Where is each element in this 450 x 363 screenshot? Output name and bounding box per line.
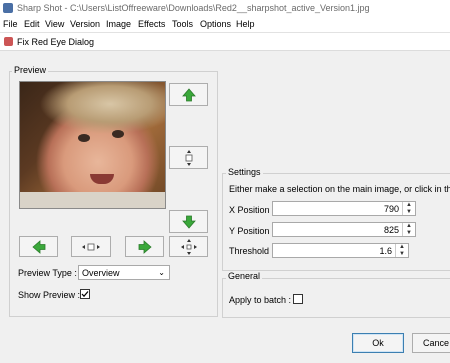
app-title: Sharp Shot - C:\Users\ListOffreeware\Dow… xyxy=(17,3,370,13)
menu-image[interactable]: Image xyxy=(106,19,131,29)
fit-both-icon xyxy=(180,238,197,255)
threshold-value: 1.6 xyxy=(379,246,392,256)
preview-type-select[interactable]: Overview ⌄ xyxy=(78,265,170,280)
menu-file[interactable]: File xyxy=(3,19,18,29)
arrow-down-icon xyxy=(181,215,196,229)
fit-vertical-button[interactable] xyxy=(169,146,208,169)
ok-button-label: Ok xyxy=(372,338,384,348)
fit-vertical-icon xyxy=(185,149,192,166)
show-preview-label: Show Preview : xyxy=(18,290,81,300)
fit-horizontal-icon xyxy=(82,243,100,250)
menubar: File Edit View Version Image Effects Too… xyxy=(0,16,450,33)
arrow-left-icon xyxy=(31,239,45,254)
x-position-spinner[interactable]: 790 ▲ ▼ xyxy=(272,201,416,216)
y-position-label: Y Position : xyxy=(229,226,275,236)
checkmark-icon xyxy=(81,291,89,298)
dialog-titlebar: Fix Red Eye Dialog xyxy=(0,33,450,51)
app-icon xyxy=(3,3,13,13)
arrow-right-icon xyxy=(138,239,152,254)
preview-image xyxy=(19,81,166,209)
preview-type-value: Overview xyxy=(82,268,120,278)
cancel-button-label: Cance xyxy=(423,338,450,348)
y-position-stepper[interactable]: ▲ ▼ xyxy=(402,223,415,236)
apply-batch-checkbox[interactable] xyxy=(293,294,303,304)
settings-group-label: Settings xyxy=(226,167,263,177)
settings-instruction: Either make a selection on the main imag… xyxy=(229,184,450,194)
move-up-button[interactable] xyxy=(169,83,208,106)
menu-options[interactable]: Options xyxy=(200,19,231,29)
menu-help[interactable]: Help xyxy=(236,19,255,29)
dialog-title: Fix Red Eye Dialog xyxy=(17,37,95,47)
menu-view[interactable]: View xyxy=(45,19,64,29)
threshold-label: Threshold : xyxy=(229,246,275,256)
y-position-value: 825 xyxy=(383,225,399,235)
x-position-label: X Position : xyxy=(229,205,275,215)
menu-tools[interactable]: Tools xyxy=(172,19,193,29)
move-right-button[interactable] xyxy=(125,236,164,257)
menu-effects[interactable]: Effects xyxy=(138,19,165,29)
preview-group-label: Preview xyxy=(12,65,49,75)
y-position-spinner[interactable]: 825 ▲ ▼ xyxy=(272,222,416,237)
ok-button[interactable]: Ok xyxy=(352,333,404,353)
preview-type-label: Preview Type : xyxy=(18,268,77,278)
fit-both-button[interactable] xyxy=(169,236,208,257)
arrow-up-icon xyxy=(181,87,196,101)
move-down-button[interactable] xyxy=(169,210,208,233)
fit-horizontal-button[interactable] xyxy=(71,236,111,257)
chevron-down-icon: ⌄ xyxy=(158,268,165,277)
x-position-stepper[interactable]: ▲ ▼ xyxy=(402,202,415,215)
general-group-label: General xyxy=(226,271,263,281)
menu-version[interactable]: Version xyxy=(70,19,100,29)
apply-batch-label: Apply to batch : xyxy=(229,295,292,305)
x-position-value: 790 xyxy=(383,204,399,214)
move-left-button[interactable] xyxy=(19,236,58,257)
menu-edit[interactable]: Edit xyxy=(24,19,40,29)
threshold-spinner[interactable]: 1.6 ▲ ▼ xyxy=(272,243,409,258)
app-titlebar: Sharp Shot - C:\Users\ListOffreeware\Dow… xyxy=(0,0,450,16)
threshold-stepper[interactable]: ▲ ▼ xyxy=(395,244,408,257)
dialog-icon xyxy=(4,37,13,46)
show-preview-checkbox[interactable] xyxy=(80,289,90,299)
cancel-button[interactable]: Cance xyxy=(412,333,450,353)
